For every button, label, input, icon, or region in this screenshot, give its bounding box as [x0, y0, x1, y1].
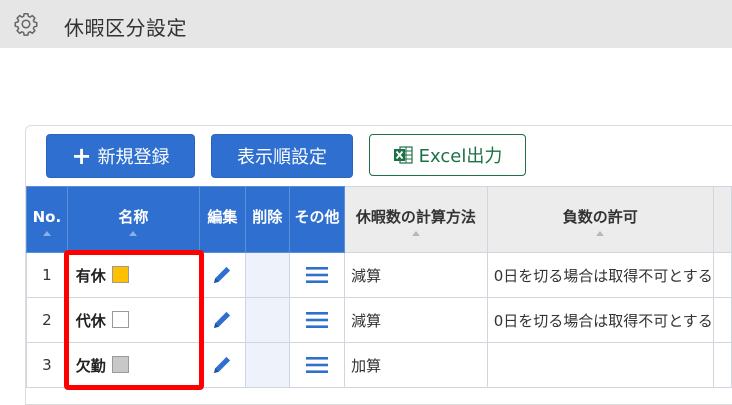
- sort-icon: [596, 231, 605, 236]
- display-order-label: 表示順設定: [237, 147, 327, 168]
- leave-name: 有休: [75, 266, 106, 285]
- negative-allow-cell: 0日を切る場合は取得不可とする: [486, 252, 714, 298]
- sort-icon: [42, 231, 51, 236]
- new-register-button[interactable]: + 新規登録: [46, 134, 195, 178]
- delete-cell: [244, 297, 291, 343]
- leave-name: 代休: [75, 311, 106, 330]
- other-cell: [289, 252, 346, 298]
- page-header: 休暇区分設定: [0, 0, 732, 48]
- menu-icon[interactable]: [305, 265, 329, 285]
- page-title: 休暇区分設定: [64, 16, 187, 40]
- column-header-edit: 編集: [199, 186, 246, 253]
- excel-icon: [393, 146, 413, 164]
- overflow-cell: [712, 252, 732, 298]
- column-header-calc-method[interactable]: 休暇数の計算方法: [344, 186, 488, 253]
- menu-icon[interactable]: [305, 310, 329, 330]
- edit-cell: [199, 342, 246, 388]
- delete-cell: [244, 252, 291, 298]
- column-header-overflow: [712, 186, 732, 253]
- leave-name-cell: 欠勤: [66, 342, 201, 388]
- sort-icon: [129, 231, 138, 236]
- calc-method-cell: 加算: [344, 342, 488, 388]
- other-cell: [289, 342, 346, 388]
- edit-cell: [199, 252, 246, 298]
- pencil-icon[interactable]: [210, 353, 234, 377]
- color-swatch: [111, 310, 129, 328]
- column-header-no[interactable]: No.: [26, 186, 68, 253]
- row-number: 1: [26, 252, 68, 298]
- column-header-delete: 削除: [244, 186, 291, 253]
- edit-cell: [199, 297, 246, 343]
- overflow-cell: [712, 342, 732, 388]
- table-header-row: No. 名称 編集 削除 その他 休暇数の計算方法 負数の許可: [26, 186, 732, 253]
- new-register-label: 新規登録: [97, 147, 170, 168]
- calc-method-cell: 減算: [344, 252, 488, 298]
- negative-allow-cell: 0日を切る場合は取得不可とする: [486, 297, 714, 343]
- overflow-cell: [712, 297, 732, 343]
- leave-name-cell: 代休: [66, 297, 201, 343]
- leave-type-table: No. 名称 編集 削除 その他 休暇数の計算方法 負数の許可 1 有休 減算 …: [26, 186, 732, 388]
- row-number: 2: [26, 297, 68, 343]
- column-header-negative-allow[interactable]: 負数の許可: [486, 186, 714, 253]
- pencil-icon[interactable]: [210, 308, 234, 332]
- plus-icon: +: [71, 142, 92, 170]
- menu-icon[interactable]: [305, 355, 329, 375]
- excel-export-button[interactable]: Excel出力: [369, 134, 526, 176]
- leave-name-cell: 有休: [66, 252, 201, 298]
- color-swatch: [111, 265, 129, 283]
- gear-icon[interactable]: [13, 11, 39, 37]
- table-row: 2 代休 減算 0日を切る場合は取得不可とする: [26, 297, 732, 343]
- table-row: 1 有休 減算 0日を切る場合は取得不可とする: [26, 252, 732, 298]
- color-swatch: [111, 355, 129, 373]
- other-cell: [289, 297, 346, 343]
- pencil-icon[interactable]: [210, 263, 234, 287]
- excel-export-label: Excel出力: [418, 146, 503, 167]
- column-header-other: その他: [289, 186, 346, 253]
- display-order-button[interactable]: 表示順設定: [211, 134, 353, 178]
- negative-allow-cell: [486, 342, 714, 388]
- row-number: 3: [26, 342, 68, 388]
- sort-icon: [411, 231, 420, 236]
- table-row: 3 欠勤 加算: [26, 342, 732, 388]
- delete-cell: [244, 342, 291, 388]
- leave-name: 欠勤: [75, 356, 106, 375]
- column-header-name[interactable]: 名称: [66, 186, 201, 253]
- calc-method-cell: 減算: [344, 297, 488, 343]
